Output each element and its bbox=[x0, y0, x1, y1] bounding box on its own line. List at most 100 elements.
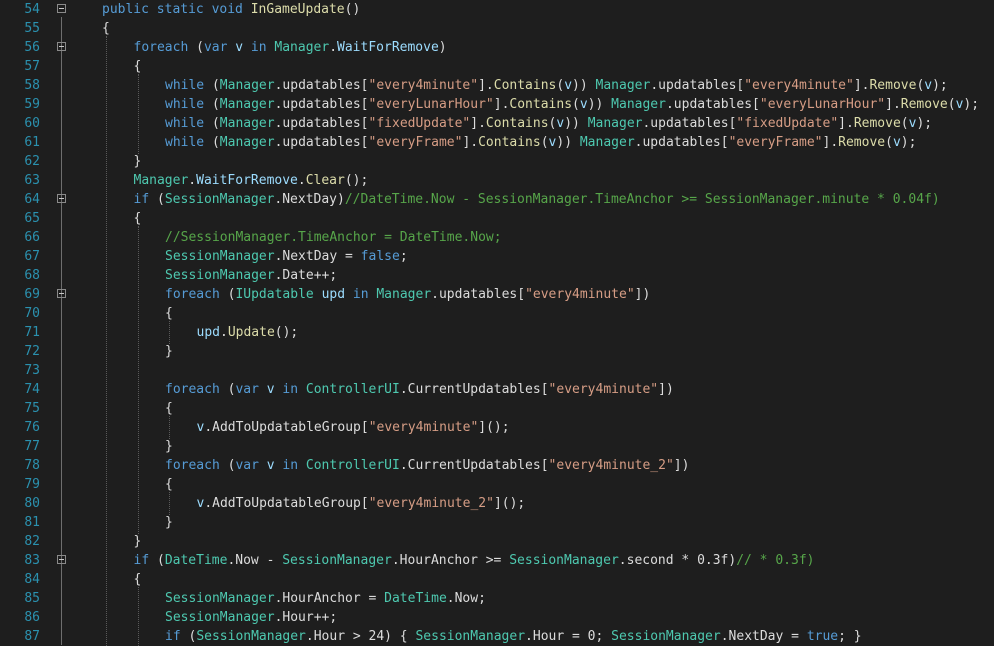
code-text: { bbox=[165, 399, 173, 418]
code-token: Update bbox=[227, 325, 275, 340]
code-text: //SessionManager.TimeAnchor = DateTime.N… bbox=[165, 228, 502, 247]
code-line[interactable]: 77} bbox=[0, 437, 994, 456]
code-token: .updatables[ bbox=[274, 97, 369, 112]
code-text: foreach (var v in ControllerUI.CurrentUp… bbox=[165, 456, 689, 475]
collapse-minus-icon[interactable] bbox=[57, 555, 66, 564]
code-token: v bbox=[564, 78, 573, 93]
code-token: ( bbox=[572, 97, 580, 112]
code-line[interactable]: 74 foreach (var v in ControllerUI.Current… bbox=[0, 380, 994, 399]
line-number: 87 bbox=[24, 629, 40, 644]
code-text: if (DateTime.Now - SessionManager.HourAn… bbox=[134, 551, 815, 570]
code-text: v.AddToUpdatableGroup["every4minute_2"](… bbox=[197, 494, 526, 513]
code-line[interactable]: 68 SessionManager.Date++; bbox=[0, 266, 994, 285]
code-line[interactable]: 64 if (SessionManager.NextDay)//DateTime.… bbox=[0, 190, 994, 209]
code-line[interactable]: 72} bbox=[0, 342, 994, 361]
code-token: ( bbox=[219, 287, 236, 302]
code-token: SessionManager bbox=[196, 629, 306, 644]
code-line[interactable]: 86 SessionManager.Hour++; bbox=[0, 608, 994, 627]
code-line[interactable]: 61 while (Manager.updatables["everyFrame"… bbox=[0, 133, 994, 152]
code-line[interactable]: 57 { bbox=[0, 57, 994, 76]
code-token: .updatables[ bbox=[431, 287, 526, 302]
code-token: ( bbox=[900, 116, 909, 131]
code-token: IUpdatable bbox=[235, 287, 314, 302]
code-token: } bbox=[133, 534, 142, 549]
code-editor[interactable]: 54 public static void InGameUpdate() 55{56… bbox=[0, 0, 994, 646]
code-line[interactable]: 81} bbox=[0, 513, 994, 532]
code-token: ( bbox=[188, 40, 204, 55]
code-token: WaitForRemove bbox=[196, 173, 298, 188]
code-line[interactable]: 87 if (SessionManager.Hour > 24) { Sessio… bbox=[0, 627, 994, 646]
code-token: .updatables[ bbox=[274, 135, 369, 150]
line-number: 75 bbox=[24, 401, 40, 416]
code-line[interactable]: 80 v.AddToUpdatableGroup["every4minute_2"… bbox=[0, 494, 994, 513]
line-number: 65 bbox=[24, 211, 40, 226]
code-line[interactable]: 76 v.AddToUpdatableGroup["every4minute"](… bbox=[0, 418, 994, 437]
line-number: 62 bbox=[24, 154, 40, 169]
code-line[interactable]: 82} bbox=[0, 532, 994, 551]
code-line[interactable]: 69 foreach (IUpdatable upd in Manager.upd… bbox=[0, 285, 994, 304]
collapse-minus-icon[interactable] bbox=[57, 42, 66, 51]
code-token: upd bbox=[196, 325, 220, 340]
code-token: SessionManager bbox=[282, 553, 392, 568]
line-number: 58 bbox=[24, 78, 40, 93]
code-line[interactable]: 56 foreach (var v in Manager.WaitForRemov… bbox=[0, 38, 994, 57]
code-token: ]. bbox=[822, 135, 839, 150]
line-number: 85 bbox=[24, 591, 40, 606]
code-line[interactable]: 65 { bbox=[0, 209, 994, 228]
code-token: in bbox=[282, 458, 299, 473]
code-line[interactable]: 83 if (DateTime.Now - SessionManager.Hour… bbox=[0, 551, 994, 570]
code-text: foreach (IUpdatable upd in Manager.updat… bbox=[165, 285, 650, 304]
code-text: { bbox=[134, 209, 142, 228]
code-line[interactable]: 70 { bbox=[0, 304, 994, 323]
line-number: 80 bbox=[24, 496, 40, 511]
code-token: .AddToUpdatableGroup[ bbox=[204, 420, 369, 435]
code-token: Contains bbox=[485, 116, 549, 131]
code-line[interactable]: 54 public static void InGameUpdate() bbox=[0, 0, 994, 19]
code-line[interactable]: 58 while (Manager.updatables["every4minut… bbox=[0, 76, 994, 95]
code-line[interactable]: 55 { bbox=[0, 19, 994, 38]
code-token: while bbox=[165, 78, 205, 93]
code-line[interactable]: 84 { bbox=[0, 570, 994, 589]
code-line[interactable]: 59 while (Manager.updatables["everyLunarH… bbox=[0, 95, 994, 114]
code-token: .updatables[ bbox=[274, 116, 369, 131]
code-token: v bbox=[924, 78, 933, 93]
code-token: ( bbox=[149, 553, 165, 568]
code-line[interactable]: 75 { bbox=[0, 399, 994, 418]
code-token: } bbox=[165, 439, 173, 454]
code-line[interactable]: 85 SessionManager.HourAnchor = DateTime.N… bbox=[0, 589, 994, 608]
code-token: .NextDay = bbox=[720, 629, 807, 644]
code-text: } bbox=[165, 513, 173, 532]
collapse-minus-icon[interactable] bbox=[57, 4, 66, 13]
code-line[interactable]: 63 Manager.WaitForRemove.Clear(); bbox=[0, 171, 994, 190]
code-token: DateTime bbox=[164, 553, 228, 568]
line-number: 64 bbox=[24, 192, 40, 207]
code-token: ); bbox=[900, 135, 917, 150]
code-token: SessionManager bbox=[165, 610, 275, 625]
code-text: { bbox=[102, 19, 110, 38]
code-line[interactable]: 71 upd.Update(); bbox=[0, 323, 994, 342]
code-line[interactable]: 79 { bbox=[0, 475, 994, 494]
code-line[interactable]: 62} bbox=[0, 152, 994, 171]
line-number: 54 bbox=[24, 2, 40, 17]
collapse-minus-icon[interactable] bbox=[57, 194, 66, 203]
collapse-minus-icon[interactable] bbox=[57, 289, 66, 298]
line-number: 59 bbox=[24, 97, 40, 112]
code-token: SessionManager bbox=[611, 629, 721, 644]
code-line[interactable]: 78 foreach (var v in ControllerUI.Current… bbox=[0, 456, 994, 475]
code-text: if (SessionManager.NextDay)//DateTime.No… bbox=[134, 190, 940, 209]
line-number: 78 bbox=[24, 458, 40, 473]
code-token: .HourAnchor = bbox=[274, 591, 385, 606]
code-token: (); bbox=[274, 325, 299, 340]
code-token: ( bbox=[204, 78, 220, 93]
code-line[interactable]: 66 //SessionManager.TimeAnchor = DateTime… bbox=[0, 228, 994, 247]
code-token: ( bbox=[204, 97, 220, 112]
line-number: 69 bbox=[24, 287, 40, 302]
code-token: ( bbox=[947, 97, 956, 112]
code-token: .updatables[ bbox=[650, 78, 745, 93]
code-token: foreach bbox=[133, 40, 189, 55]
code-line[interactable]: 73 bbox=[0, 361, 994, 380]
code-line[interactable]: 67 SessionManager.NextDay = false; bbox=[0, 247, 994, 266]
line-number: 77 bbox=[24, 439, 40, 454]
code-line[interactable]: 60 while (Manager.updatables["fixedUpdate… bbox=[0, 114, 994, 133]
